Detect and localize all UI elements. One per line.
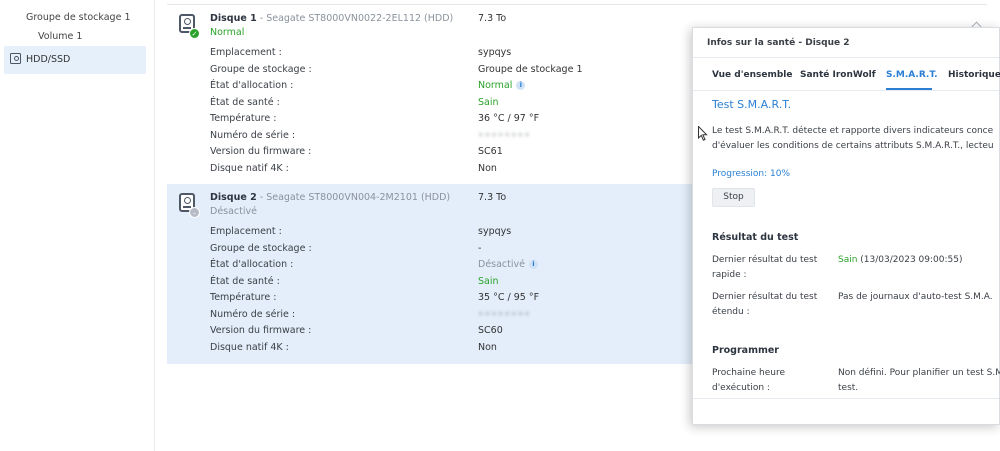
disk-details: Emplacement : sypqys Groupe de stockage :… bbox=[210, 47, 690, 179]
disk-status: Désactivé bbox=[210, 206, 257, 217]
detail-row-serial: Numéro de série : •••••••• bbox=[210, 129, 531, 141]
tab-ironwolf-health[interactable]: Santé IronWolf bbox=[800, 70, 876, 80]
detail-row-location: Emplacement : sypqys bbox=[210, 47, 512, 58]
sidebar-item-hdd-ssd[interactable]: HDD/SSD bbox=[4, 46, 146, 74]
detail-row-health: État de santé : Sain bbox=[210, 275, 499, 287]
tab-overview[interactable]: Vue d'ensemble bbox=[712, 70, 792, 80]
schedule-heading: Programmer bbox=[712, 345, 779, 356]
sidebar-item-label: HDD/SSD bbox=[26, 54, 71, 65]
detail-row-temperature: Température :36 °C / 97 °F bbox=[210, 113, 540, 124]
disk-title: Disque 2 - Seagate ST8000VN004-2M2101 (H… bbox=[210, 192, 451, 203]
extended-test-label: Dernier résultat du test étendu : bbox=[712, 292, 818, 317]
tab-history[interactable]: Historique bbox=[948, 70, 1000, 80]
divider bbox=[693, 398, 999, 399]
disk-size: 7.3 To bbox=[478, 192, 507, 203]
disk-size: 7.3 To bbox=[478, 13, 507, 24]
quick-test-label: Dernier résultat du test rapide : bbox=[712, 255, 818, 280]
result-heading: Résultat du test bbox=[712, 232, 799, 243]
disk-status: Normal bbox=[210, 27, 245, 38]
hdd-icon bbox=[10, 53, 21, 64]
detail-row-firmware: Version du firmware : SC60 bbox=[210, 325, 503, 336]
detail-row-location: Emplacement : sypqys bbox=[210, 226, 512, 237]
check-icon: ✓ bbox=[189, 28, 200, 39]
detail-row-allocation: État d'allocation : Normal i bbox=[210, 80, 690, 97]
detail-row-pool: Groupe de stockage :- bbox=[210, 242, 482, 254]
smart-description: Le test S.M.A.R.T. détecte et rapporte d… bbox=[712, 126, 994, 151]
detail-row-firmware: Version du firmware : SC61 bbox=[210, 146, 503, 157]
tab-smart[interactable]: S.M.A.R.T. bbox=[886, 70, 938, 80]
divider bbox=[693, 57, 999, 58]
detail-row-serial: Numéro de série : •••••••• bbox=[210, 308, 531, 320]
info-icon[interactable]: i bbox=[516, 81, 526, 90]
sidebar-item-storage-pool-1[interactable]: Groupe de stockage 1 bbox=[26, 12, 131, 23]
progress-text: Progression: 10% bbox=[712, 169, 791, 179]
extended-test-value: Pas de journaux d'auto-test S.M.A. bbox=[838, 292, 993, 302]
sidebar-item-volume-1[interactable]: Volume 1 bbox=[38, 31, 82, 42]
detail-row-4k: Disque natif 4K : Non bbox=[210, 162, 497, 174]
detail-row-allocation: État d'allocation : Désactivé i bbox=[210, 259, 690, 276]
smart-test-link[interactable]: Test S.M.A.R.T. bbox=[712, 98, 791, 111]
panel-title: Infos sur la santé - Disque 2 bbox=[707, 38, 850, 48]
health-info-panel: Infos sur la santé - Disque 2 Vue d'ense… bbox=[692, 27, 1000, 425]
divider bbox=[693, 90, 999, 91]
disk-details: Emplacement : sypqys Groupe de stockage :… bbox=[210, 226, 690, 358]
detail-row-temperature: Température :35 °C / 95 °F bbox=[210, 292, 540, 303]
info-icon[interactable]: i bbox=[529, 260, 538, 269]
detail-row-pool: Groupe de stockage : Groupe de stockage 1 bbox=[210, 63, 583, 75]
disabled-icon: – bbox=[189, 207, 200, 218]
detail-row-health: État de santé : Sain bbox=[210, 96, 499, 108]
next-run-value: Non défini. Pour planifier un test S.M t… bbox=[838, 368, 1000, 393]
quick-test-value: Sain (13/03/2023 09:00:55) bbox=[838, 255, 963, 265]
sidebar: Groupe de stockage 1 Volume 1 HDD/SSD bbox=[0, 0, 155, 451]
stop-button[interactable]: Stop bbox=[712, 188, 755, 207]
next-run-label: Prochaine heure d'exécution : bbox=[712, 368, 786, 393]
detail-row-4k: Disque natif 4K : Non bbox=[210, 341, 497, 353]
disk-title: Disque 1 - Seagate ST8000VN0022-2EL112 (… bbox=[210, 13, 454, 24]
